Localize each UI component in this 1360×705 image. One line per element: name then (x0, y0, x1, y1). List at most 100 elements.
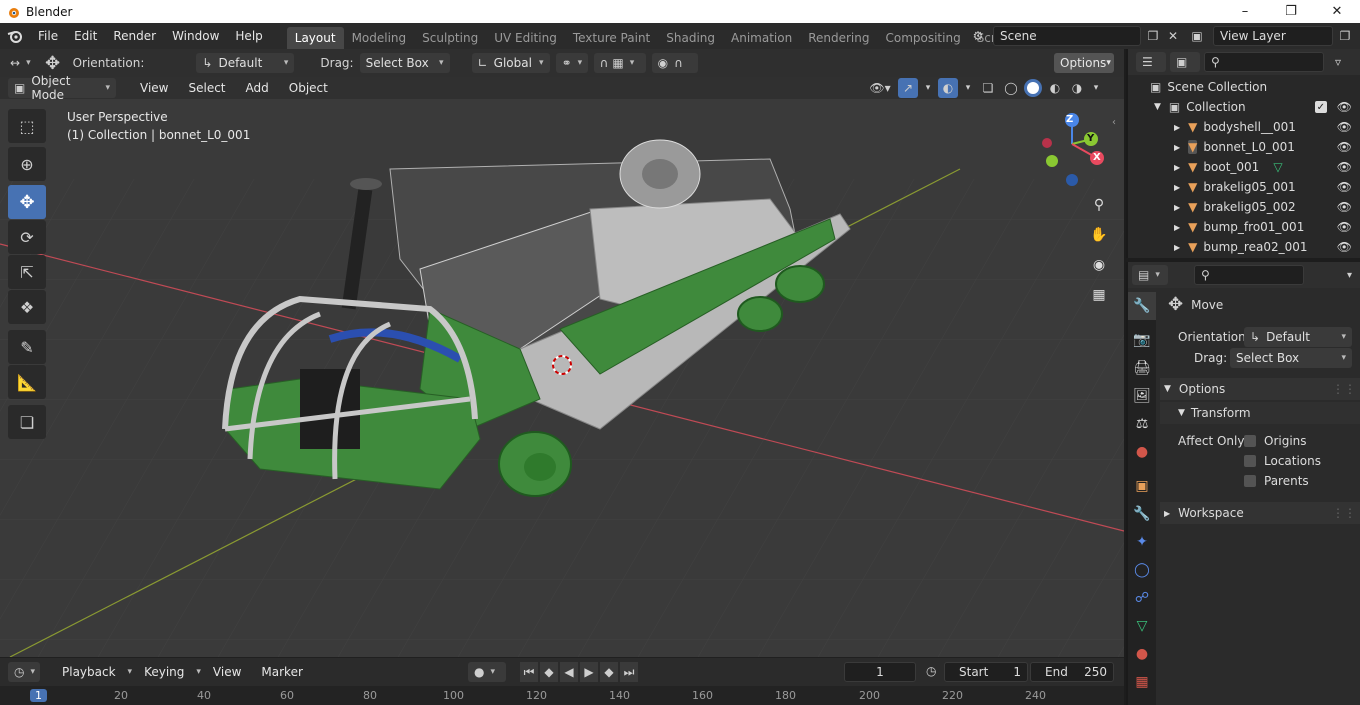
expand-arrow-icon[interactable]: ▶ (1174, 143, 1180, 152)
outliner-editor-dropdown[interactable]: ☰ (1136, 52, 1166, 72)
menu-render[interactable]: Render (105, 23, 164, 49)
snap-toggle[interactable]: ∩ ▦ ▾ (593, 53, 646, 73)
menu-keying[interactable]: Keying (136, 661, 192, 683)
world-tab-icon[interactable]: ● (1128, 438, 1156, 466)
tab-layout[interactable]: Layout (286, 27, 344, 49)
locations-checkbox[interactable]: Locations (1244, 454, 1321, 468)
eye-icon[interactable]: 👁 (1337, 180, 1352, 194)
blender-menu-icon[interactable] (0, 23, 30, 49)
options-panel-header[interactable]: ▼ Options ⋮⋮ (1160, 378, 1360, 400)
outliner-scene-collection[interactable]: ▣ Scene Collection (1128, 77, 1360, 97)
measure-tool[interactable]: 📐 (8, 365, 46, 399)
particles-tab-icon[interactable]: ✦ (1128, 528, 1156, 556)
tab-texture-paint[interactable]: Texture Paint (565, 27, 658, 49)
tool-tab-icon[interactable]: 🔧 (1128, 292, 1156, 320)
outliner-item[interactable]: ▶ ▼ bump_fro01_001 👁 (1128, 217, 1360, 237)
menu-select[interactable]: Select (180, 77, 233, 99)
transform-tool[interactable]: ❖ (8, 290, 46, 324)
ortho-grid-icon[interactable]: ▦ (1086, 282, 1112, 308)
eye-icon[interactable]: 👁 (1337, 120, 1352, 134)
expand-arrow-icon[interactable]: ▼ (1154, 102, 1161, 112)
properties-drag-dropdown[interactable]: Select Box ▾ (1230, 348, 1352, 368)
material-shading-icon[interactable]: ◐ (1046, 81, 1064, 95)
properties-options-icon[interactable]: ▾ (1347, 270, 1352, 281)
play-icon[interactable]: ▶ (580, 662, 598, 682)
drag-handle-icon[interactable]: ⋮⋮ (1332, 506, 1356, 520)
eye-icon[interactable]: 👁 (1337, 220, 1352, 234)
expand-arrow-icon[interactable]: ▶ (1174, 223, 1180, 232)
gizmo-toggle-icon[interactable]: ↗ (898, 78, 918, 98)
menu-timeline-view[interactable]: View (205, 661, 249, 683)
outliner-item[interactable]: ▶ ▼ bodyshell__001 👁 (1128, 117, 1360, 137)
shading-dropdown-icon[interactable]: ▾ (1090, 83, 1102, 93)
object-tab-icon[interactable]: ▣ (1128, 472, 1156, 500)
add-cube-tool[interactable]: ❏ (8, 405, 46, 439)
start-frame-field[interactable]: Start 1 (944, 662, 1028, 682)
workspace-panel-header[interactable]: ▶ Workspace ⋮⋮ (1160, 502, 1360, 524)
scene-tab-icon[interactable]: ⚖ (1128, 410, 1156, 438)
tab-rendering[interactable]: Rendering (800, 27, 877, 49)
display-mode-dropdown[interactable]: ▣ (1170, 52, 1200, 72)
new-view-layer-icon[interactable]: ❐ (1336, 29, 1354, 43)
outliner-item[interactable]: ▶ ▼ brakelig05_002 👁 (1128, 197, 1360, 217)
rotate-tool[interactable]: ⟳ (8, 220, 46, 254)
transform-panel-header[interactable]: ▼ Transform (1160, 402, 1360, 424)
jump-start-icon[interactable]: ⏮ (520, 662, 538, 682)
view-layer-field[interactable]: View Layer (1213, 26, 1333, 46)
minimize-button[interactable]: – (1222, 0, 1268, 23)
menu-playback[interactable]: Playback (54, 661, 124, 683)
eye-icon[interactable]: 👁 (1337, 200, 1352, 214)
drag-handle-icon[interactable]: ⋮⋮ (1332, 382, 1356, 396)
orientation-dropdown[interactable]: ↳ Default ▾ (196, 53, 295, 73)
expand-arrow-icon[interactable]: ▶ (1174, 123, 1180, 132)
rendered-shading-icon[interactable]: ◑ (1068, 81, 1086, 95)
gizmo-dropdown-icon[interactable]: ▾ (922, 83, 934, 93)
tab-modeling[interactable]: Modeling (344, 27, 415, 49)
proportional-edit-toggle[interactable]: ◉ ∩ (651, 53, 698, 73)
tab-compositing[interactable]: Compositing (877, 27, 968, 49)
tab-sculpting[interactable]: Sculpting (414, 27, 486, 49)
outliner-item[interactable]: ▶ ▼ brakelig05_001 👁 (1128, 177, 1360, 197)
prev-keyframe-icon[interactable]: ◆ (540, 662, 558, 682)
timeline-ruler[interactable]: 1 20 40 60 80 100 120 140 160 180 200 22… (0, 686, 1124, 705)
properties-editor-dropdown[interactable]: ▤ ▾ (1132, 265, 1168, 285)
zoom-icon[interactable]: ⚲ (1086, 192, 1112, 218)
scene-name-field[interactable]: Scene (993, 26, 1141, 46)
modifier-tab-icon[interactable]: 🔧 (1128, 500, 1156, 528)
texture-tab-icon[interactable]: ▦ (1128, 668, 1156, 696)
material-tab-icon[interactable]: ● (1128, 640, 1156, 668)
eye-icon[interactable]: 👁 (1337, 160, 1352, 174)
menu-add[interactable]: Add (238, 77, 277, 99)
play-reverse-icon[interactable]: ◀ (560, 662, 578, 682)
options-dropdown[interactable]: Options ▾ (1054, 53, 1114, 73)
scale-tool[interactable]: ⇱ (8, 255, 46, 289)
tab-uv-editing[interactable]: UV Editing (486, 27, 565, 49)
next-keyframe-icon[interactable]: ◆ (600, 662, 618, 682)
timeline-editor-dropdown[interactable]: ◷ ▾ (8, 662, 40, 682)
3d-viewport[interactable]: Z Y X User Perspective (1) Collection | … (0, 99, 1124, 657)
output-tab-icon[interactable]: 🖨 (1128, 354, 1156, 382)
xray-toggle-icon[interactable]: ❏ (978, 81, 998, 95)
collection-checkbox[interactable]: ✓ (1314, 101, 1327, 113)
eye-icon[interactable]: 👁 (1337, 100, 1352, 114)
properties-orientation-dropdown[interactable]: ↳ Default ▾ (1244, 327, 1352, 347)
solid-shading-icon[interactable] (1024, 79, 1042, 97)
constraints-tab-icon[interactable]: ☍ (1128, 584, 1156, 612)
data-tab-icon[interactable]: ▽ (1128, 612, 1156, 640)
menu-help[interactable]: Help (227, 23, 270, 49)
outliner-item[interactable]: ▶ ▼ bonnet_L0_001 👁 (1128, 137, 1360, 157)
mode-dropdown[interactable]: ▣ Object Mode ▾ (8, 74, 116, 102)
view-layer-tab-icon[interactable]: 🖼 (1128, 382, 1156, 410)
pan-hand-icon[interactable]: ✋ (1086, 222, 1112, 248)
outliner-item[interactable]: ▶ ▼ bump_rea02_001 👁 (1128, 237, 1360, 257)
filter-icon[interactable]: ▿ (1328, 55, 1348, 69)
cursor-tool[interactable]: ⊕ (8, 147, 46, 181)
wireframe-shading-icon[interactable]: ◯ (1002, 81, 1020, 95)
editor-type-dropdown[interactable]: ↔ ▾ (8, 53, 33, 73)
outliner-collection[interactable]: ▼ ▣ Collection ✓ 👁 (1128, 97, 1360, 117)
tab-animation[interactable]: Animation (723, 27, 800, 49)
gizmo-y-label[interactable]: Y (1087, 133, 1094, 144)
close-button[interactable]: ✕ (1314, 0, 1360, 23)
expand-arrow-icon[interactable]: ▶ (1174, 163, 1180, 172)
parents-checkbox[interactable]: Parents (1244, 474, 1309, 488)
